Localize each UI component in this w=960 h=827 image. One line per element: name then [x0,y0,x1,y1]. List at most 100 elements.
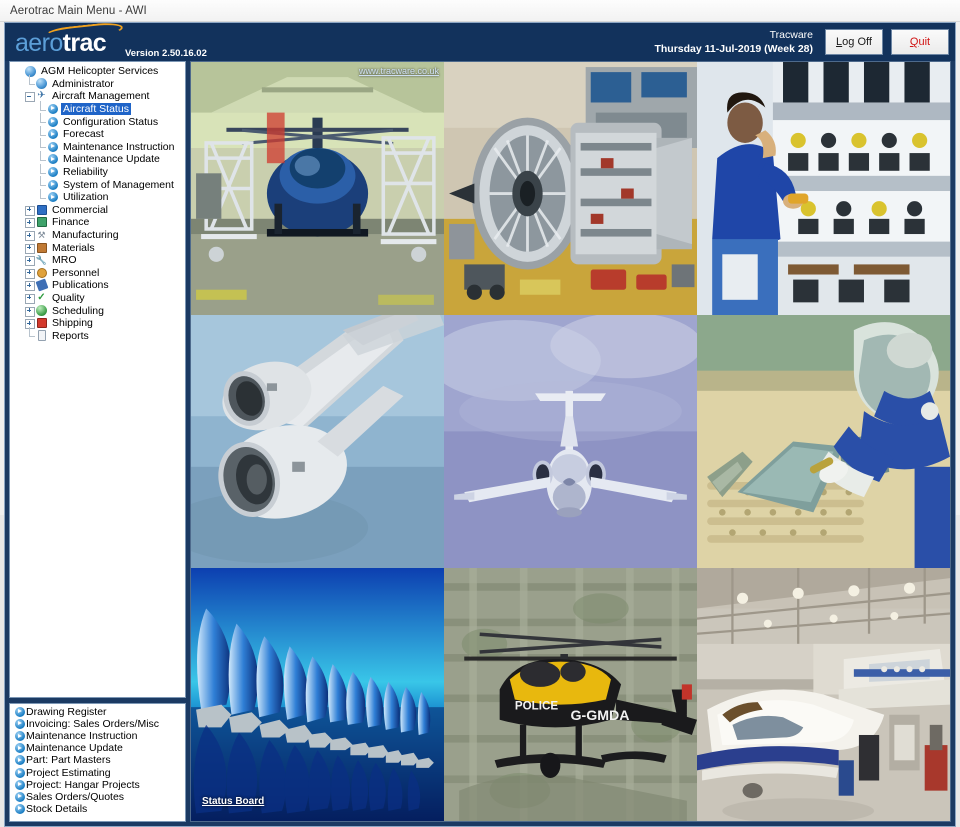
tree-item-personnel[interactable]: Personnel [13,267,183,280]
shortcut-item-maintenance-update[interactable]: Maintenance Update [13,742,183,754]
app-header: aerotrac Version 2.50.16.02 Tracware Thu… [5,20,955,61]
tree-item-label: Shipping [52,317,93,330]
book-icon [35,204,48,216]
business-jet-inflight-photo[interactable] [444,315,697,568]
shortcut-item-invoicing-sales-orders-misc[interactable]: Invoicing: Sales Orders/Misc [13,718,183,730]
tree-item-publications[interactable]: Publications [13,278,183,292]
play-icon [13,707,26,718]
expand-toggle-icon[interactable] [24,217,35,229]
tree-item-reliability[interactable]: Reliability [13,163,183,179]
tree-item-utilization[interactable]: Utilization [13,188,183,204]
tree-item-materials[interactable]: Materials [13,241,183,254]
tree-item-label: Materials [52,241,95,254]
expand-toggle-icon[interactable] [24,280,35,292]
tree-item-forecast[interactable]: Forecast [13,125,183,141]
tree-item-system-of-management[interactable]: System of Management [13,176,183,191]
tree-item-scheduling[interactable]: Scheduling [13,304,183,317]
tree-item-label: Personnel [52,266,100,279]
expand-toggle-icon[interactable] [24,292,35,304]
page-icon [35,330,48,342]
tree-elbow-line [35,188,46,203]
tree-item-agm-helicopter-services[interactable]: AGM Helicopter Services [13,65,183,78]
tree-item-label: Scheduling [52,304,104,317]
check-icon: ✓ [37,291,46,303]
window-titlebar: Aerotrac Main Menu - AWI [0,0,960,22]
tree-item-maintenance-update[interactable]: Maintenance Update [13,150,183,166]
compressor-blades-photo[interactable]: Status Board [191,568,444,821]
expand-toggle-icon[interactable] [24,242,35,254]
tracware-watermark-link[interactable]: www.tracware.co.uk [359,66,439,76]
tree-item-manufacturing[interactable]: ⚒ Manufacturing [13,229,183,242]
tree-item-label: Utilization [63,191,109,204]
expand-toggle-icon[interactable] [24,305,35,317]
shortcut-item-maintenance-instruction[interactable]: Maintenance Instruction [13,730,183,742]
calendar-icon [35,305,48,317]
play-icon [13,779,26,790]
expand-toggle-icon[interactable] [24,267,35,279]
tree-item-maintenance-instruction[interactable]: Maintenance Instruction [13,138,183,154]
wrench-icon: 🔧 [35,254,48,265]
tree-elbow-line [24,75,35,89]
shortcut-item-label: Part: Part Masters [26,754,111,767]
hangar-jets-photo[interactable] [697,568,950,821]
tree-item-mro[interactable]: 🔧 MRO [13,254,183,267]
shortcut-item-drawing-register[interactable]: Drawing Register [13,706,183,718]
logo-wordmark: aerotrac [15,29,107,57]
navigation-tree-panel[interactable]: AGM Helicopter Services Administrator ✈ Air… [9,61,186,698]
svg-text:POLICE: POLICE [515,700,559,713]
bench-icon [35,242,48,254]
shortcut-item-label: Sales Orders/Quotes [26,790,125,803]
play-icon [46,179,59,191]
wing-engines-inflight-photo[interactable] [191,315,444,568]
play-icon [46,103,59,115]
company-name: Tracware [769,29,813,41]
logo-text-trac: trac [62,29,107,57]
shortcut-item-project-hangar-projects[interactable]: Project: Hangar Projects [13,779,183,791]
status-board-link[interactable]: Status Board [202,796,264,807]
helicopter-in-hangar-photo[interactable]: www.tracware.co.uk [191,62,444,315]
jet-engine-teardown-photo[interactable] [444,62,697,315]
version-label: Version 2.50.16.02 [125,48,207,59]
people-icon [35,267,48,279]
globe-icon [24,65,37,77]
tree-item-configuration-status[interactable]: Configuration Status [13,113,183,128]
window-title: Aerotrac Main Menu - AWI [10,4,147,17]
play-icon [46,128,59,140]
tree-item-commercial[interactable]: Commercial [13,204,183,217]
tree-item-aircraft-status[interactable]: Aircraft Status [13,100,183,116]
tree-item-label: Configuration Status [63,115,159,128]
expand-toggle-icon[interactable] [24,230,35,242]
composite-layup-photo[interactable] [697,315,950,568]
aerotrac-logo: aerotrac Version 2.50.16.02 [13,20,207,59]
expand-toggle-icon[interactable] [24,255,35,267]
tree-item-administrator[interactable]: Administrator [13,75,183,91]
shortcut-item-part-part-masters[interactable]: Part: Part Masters [13,754,183,766]
collapse-toggle-icon[interactable] [24,91,35,103]
shortcut-item-project-estimating[interactable]: Project Estimating [13,766,183,779]
tree-item-reports[interactable]: Reports [13,327,183,342]
tree-item-finance[interactable]: Finance [13,216,183,229]
police-helicopter-photo[interactable]: POLICE G-GMDA [444,568,697,821]
globe-icon [35,78,48,90]
tree-item-label: AGM Helicopter Services [41,65,159,78]
tree-item-label: Reports [52,329,89,342]
expand-toggle-icon[interactable] [24,204,35,216]
play-icon [13,743,26,754]
money-icon [35,216,48,228]
tree-item-label: Reliability [63,166,108,179]
shortcut-item-label: Invoicing: Sales Orders/Misc [26,718,160,731]
log-off-button[interactable]: Log Off [825,29,883,55]
play-icon [46,116,59,128]
shortcuts-panel[interactable]: Drawing Register Invoicing: Sales Orders/… [9,703,186,822]
quit-button[interactable]: Quit [891,29,949,55]
sidebar: AGM Helicopter Services Administrator ✈ Air… [9,61,186,822]
technician-inspection-photo[interactable] [697,62,950,315]
play-icon [13,731,26,742]
shortcut-item-stock-details[interactable]: Stock Details [13,803,183,815]
shortcut-item-label: Drawing Register [26,706,107,719]
plane-icon: ✈ [37,90,46,102]
tree-item-quality[interactable]: ✓ Quality [13,292,183,305]
tree-item-shipping[interactable]: Shipping [13,317,183,330]
shortcut-item-sales-orders-quotes[interactable]: Sales Orders/Quotes [13,791,183,803]
tree-item-aircraft-management[interactable]: ✈ Aircraft Management [13,90,183,103]
